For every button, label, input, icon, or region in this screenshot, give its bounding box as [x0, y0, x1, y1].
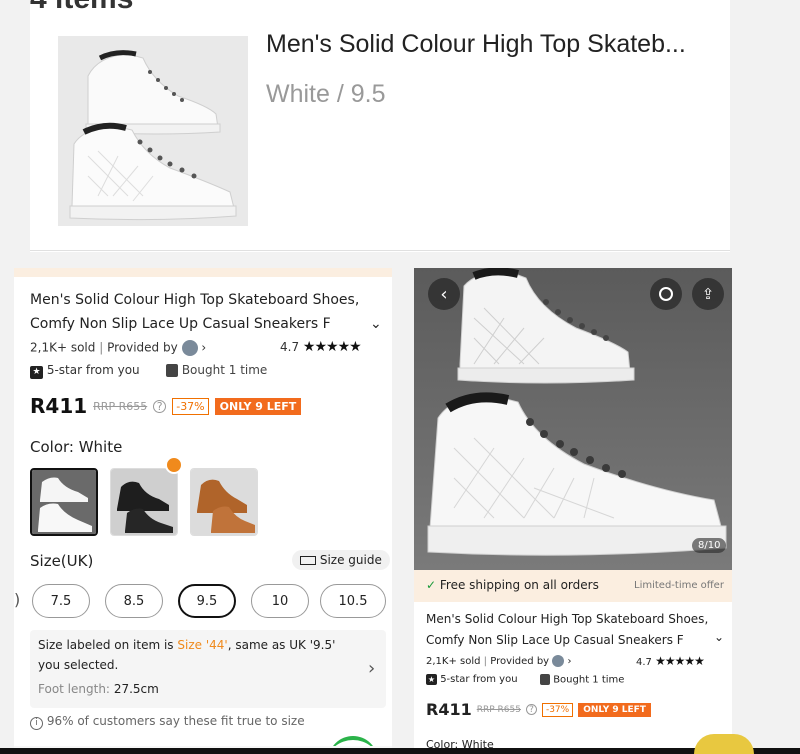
size-highlight: Size '44'	[177, 638, 228, 652]
shipping-banner[interactable]: ✓ Free shipping on all orders Limited-ti…	[414, 570, 732, 602]
chevron-left-icon: ‹	[440, 283, 448, 305]
shoe-photo	[414, 268, 732, 570]
size-guide-button[interactable]: Size guide	[292, 550, 390, 570]
divider	[30, 250, 730, 251]
product-title-line2: Comfy Non Slip Lace Up Casual Sneakers F	[30, 312, 331, 337]
hot-flame-icon	[165, 456, 183, 474]
star-box-icon: ★	[426, 674, 437, 685]
bought-badge: Bought 1 time	[166, 363, 267, 377]
summary-title-line2: Comfy Non Slip Lace Up Casual Sneakers F	[426, 633, 684, 647]
rating-value: 4.7	[280, 340, 300, 354]
color-option-black[interactable]	[110, 468, 178, 536]
product-detail-panel: Men's Solid Colour High Top Skateboard S…	[14, 268, 392, 754]
back-button[interactable]: ‹	[428, 278, 460, 310]
price: R411	[30, 394, 88, 418]
rrp-price: RRP R655	[93, 399, 148, 413]
search-icon	[659, 287, 673, 301]
summary-title-line1: Men's Solid Colour High Top Skateboard S…	[426, 612, 709, 626]
summary-bought: Bought 1 time	[540, 674, 624, 686]
shipping-text: ✓ Free shipping on all orders	[426, 578, 599, 592]
foot-length-row: Foot length: 27.5cm	[38, 682, 159, 696]
product-title-text: Comfy Non Slip Lace Up Casual Sneakers F	[30, 316, 331, 332]
size-option-7-5[interactable]: 7.5	[32, 584, 90, 618]
chevron-right-icon[interactable]: ›	[567, 656, 571, 667]
size-option-10[interactable]: 10	[251, 584, 309, 618]
color-option-white[interactable]	[30, 468, 98, 536]
cart-item-variant: White / 9.5	[266, 80, 386, 108]
discount-badge: -37%	[172, 397, 209, 415]
product-summary-panel: ✓ Free shipping on all orders Limited-ti…	[414, 570, 732, 754]
info-circle-icon: i	[30, 716, 43, 730]
chevron-down-icon[interactable]: ⌄	[370, 316, 382, 332]
cart-item-thumbnail[interactable]	[58, 36, 248, 226]
fit-note: i 96% of customers say these fit true to…	[30, 714, 305, 730]
cart-item-title[interactable]: Men's Solid Colour High Top Skateb...	[266, 30, 686, 59]
chevron-down-icon[interactable]: ⌄	[714, 630, 724, 644]
product-title-line1: Men's Solid Colour High Top Skateboard S…	[30, 292, 360, 308]
star-rating-icon: ★★★★★	[655, 654, 705, 668]
black-shoe-swatch	[111, 469, 177, 535]
share-button[interactable]: ⇪	[692, 278, 724, 310]
star-rating-icon: ★★★★★	[302, 339, 362, 355]
info-icon[interactable]: ?	[153, 399, 167, 413]
size-option-10-5[interactable]: 10.5	[320, 584, 386, 618]
star-box-icon: ★	[30, 366, 43, 379]
check-icon: ✓	[426, 578, 437, 592]
summary-rating-row: 4.7 ★★★★★	[636, 654, 705, 668]
provided-by-label[interactable]: Provided by	[107, 341, 178, 355]
shoe-image	[58, 36, 248, 226]
color-label: Color: White	[30, 438, 123, 456]
product-photo-gallery[interactable]: ‹ ⇪ 8/10	[414, 268, 732, 570]
size-info-line2: you selected.	[38, 658, 119, 672]
provider-logo-icon	[181, 340, 198, 356]
summary-five-star: ★ 5-star from you	[426, 674, 518, 685]
sold-row: 2,1K+ sold | Provided by ›	[30, 340, 207, 356]
info-icon[interactable]: ?	[525, 704, 537, 715]
share-icon: ⇪	[701, 285, 715, 303]
limited-offer: Limited-time offer	[634, 580, 724, 591]
size-option-8-5[interactable]: 8.5	[105, 584, 163, 618]
bag-icon	[166, 364, 178, 377]
chevron-right-icon[interactable]: ›	[201, 341, 206, 355]
size-info-box[interactable]: Size labeled on item is Size '44', same …	[30, 630, 386, 708]
white-shoe-swatch	[32, 470, 96, 534]
summary-price: R411	[426, 700, 472, 719]
ruler-icon	[300, 556, 316, 565]
provider-logo-icon	[552, 655, 565, 667]
image-counter: 8/10	[692, 538, 727, 553]
five-star-badge: ★ 5-star from you	[30, 363, 140, 379]
color-option-brown[interactable]	[190, 468, 258, 536]
chevron-right-icon[interactable]: ›	[368, 658, 375, 679]
floating-emoji-icon[interactable]	[694, 734, 754, 754]
price-row: R411 RRP R655 ? -37% ONLY 9 LEFT	[30, 394, 302, 418]
stock-badge: ONLY 9 LEFT	[214, 397, 302, 415]
scroll-left-indicator[interactable]: )	[14, 590, 20, 609]
size-label: Size(UK)	[30, 552, 94, 570]
screen-bottom-bar	[0, 748, 800, 754]
cart-items-heading: 4 items	[30, 0, 133, 16]
size-option-9-5[interactable]: 9.5	[178, 584, 236, 618]
brown-shoe-swatch	[191, 469, 257, 535]
search-button[interactable]	[650, 278, 682, 310]
rating-row: 4.7 ★★★★★	[280, 339, 362, 355]
summary-sold-row: 2,1K+ sold | Provided by ›	[426, 655, 572, 667]
size-info-line1: Size labeled on item is Size '44', same …	[38, 638, 336, 652]
bag-icon	[540, 674, 550, 685]
summary-price-row: R411 RRP R655 ? -37% ONLY 9 LEFT	[426, 700, 651, 719]
panel-top-strip	[14, 268, 392, 277]
sold-count: 2,1K+ sold	[30, 340, 96, 355]
